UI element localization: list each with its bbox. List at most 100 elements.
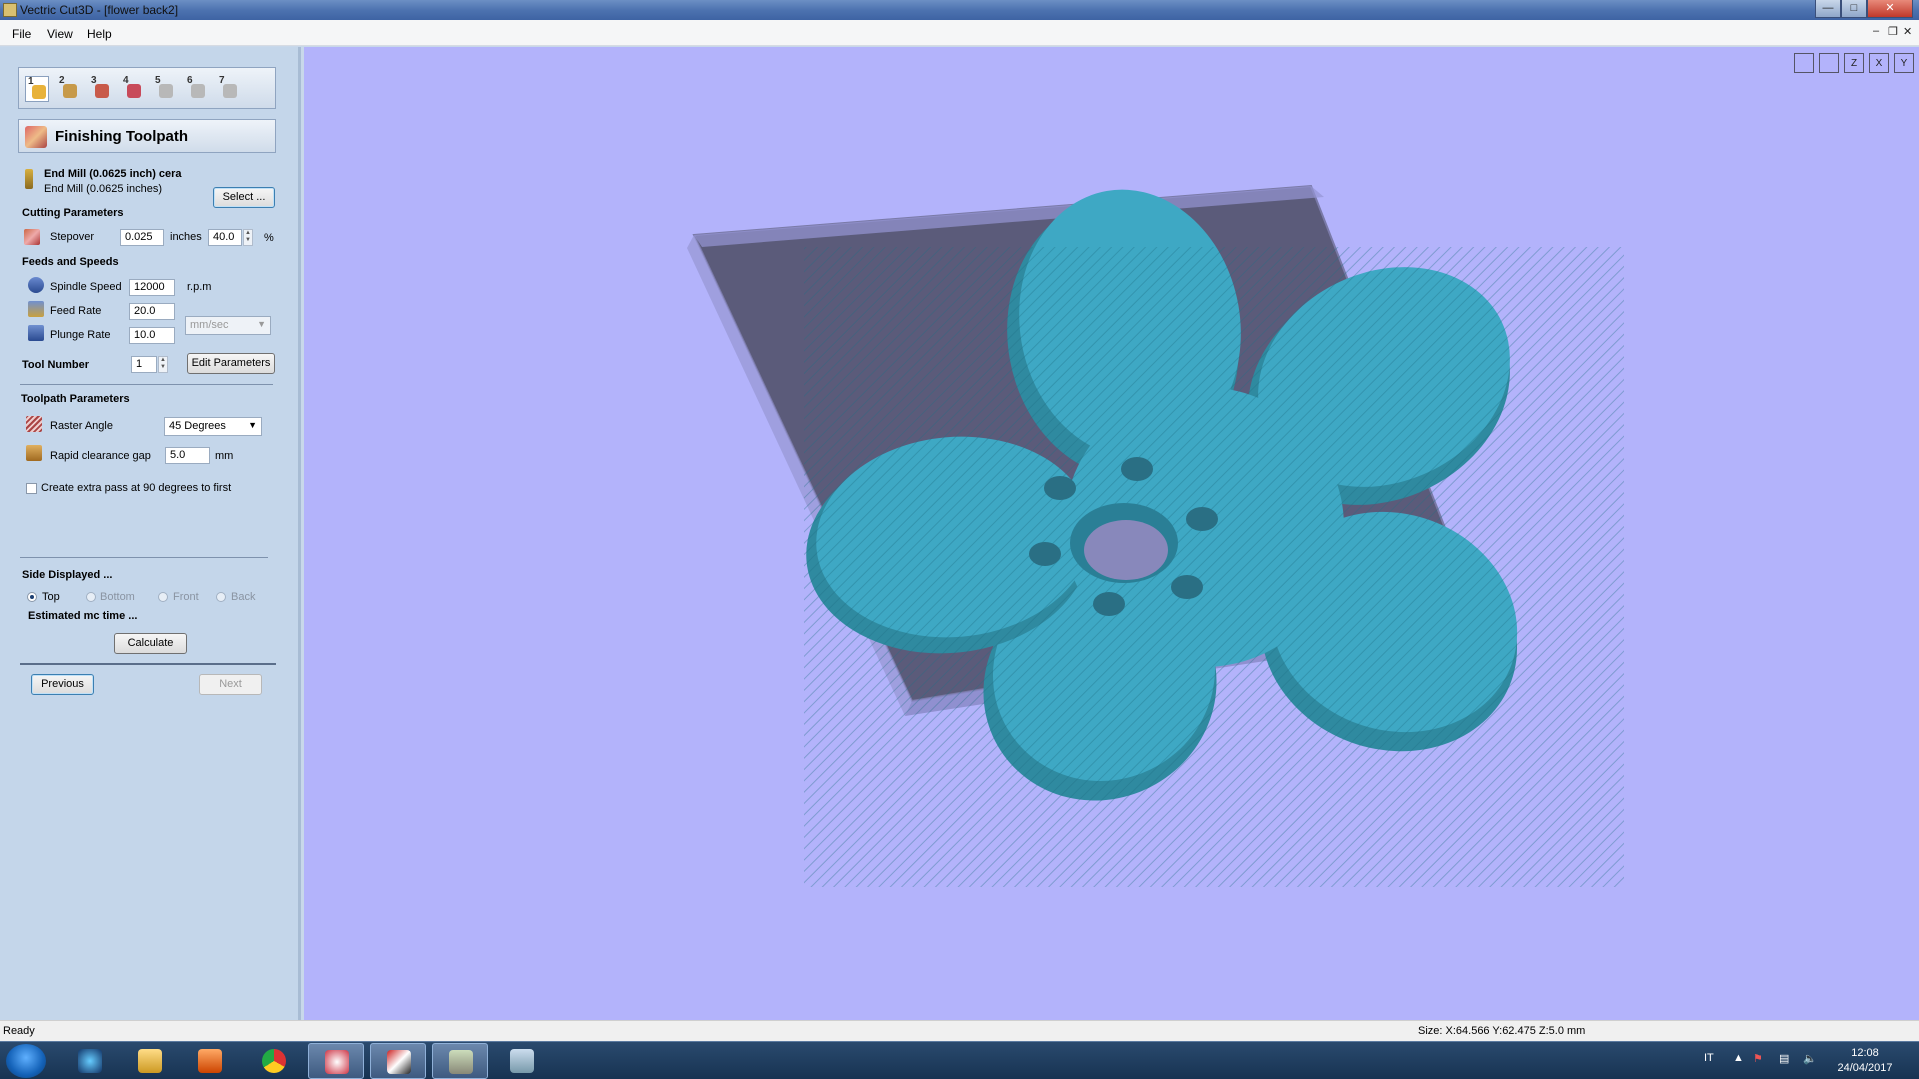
close-window-button[interactable]: ✕	[1867, 0, 1913, 18]
section-title: Finishing Toolpath	[55, 128, 189, 145]
taskbar-app-flower[interactable]	[308, 1043, 364, 1079]
extra-pass-checkbox[interactable]	[26, 483, 37, 494]
finishing-toolpath-icon	[127, 84, 141, 98]
system-clock[interactable]: 12:08 24/04/2017	[1820, 1046, 1910, 1076]
cutout-toolpath-icon	[159, 84, 173, 98]
side-top-label: Top	[42, 591, 60, 603]
edit-parameters-button[interactable]: Edit Parameters	[187, 353, 275, 374]
status-text: Ready	[3, 1025, 35, 1037]
mdi-restore-icon[interactable]: ❐	[1888, 25, 1898, 38]
taskbar-media[interactable]	[182, 1043, 238, 1079]
menu-help[interactable]: Help	[87, 27, 112, 41]
app-icon	[3, 3, 17, 17]
title-bar: Vectric Cut3D - [flower back2] — □ ✕	[0, 0, 1919, 20]
previous-button[interactable]: Previous	[31, 674, 94, 695]
stepover-percent-input[interactable]: 40.0	[208, 229, 242, 246]
network-icon[interactable]: ▤	[1779, 1052, 1789, 1065]
stepover-unit: inches	[170, 231, 202, 243]
chrome-icon	[262, 1049, 286, 1073]
feed-rate-input[interactable]: 20.0	[129, 303, 175, 320]
preview-icon	[191, 84, 205, 98]
rate-unit-select[interactable]: mm/sec ▼	[185, 316, 271, 335]
taskbar-explorer[interactable]	[122, 1043, 178, 1079]
tool-number-stepper[interactable]: ▲ ▼	[158, 356, 168, 373]
wizard-step-1[interactable]: 1	[25, 76, 49, 102]
divider	[20, 663, 276, 665]
taskbar-app-cad[interactable]	[370, 1043, 426, 1079]
wizard-step-7[interactable]: 7	[217, 75, 241, 102]
stepover-icon	[24, 229, 40, 245]
wizard-step-5[interactable]: 5	[153, 75, 177, 102]
select-tool-button[interactable]: Select ...	[213, 187, 275, 208]
raster-angle-value: 45 Degrees	[169, 420, 226, 432]
rapid-clearance-label: Rapid clearance gap	[50, 450, 151, 462]
rapid-clearance-icon	[26, 445, 42, 461]
wizard-step-4[interactable]: 4	[121, 75, 145, 102]
mdi-close-icon[interactable]: ✕	[1903, 25, 1912, 38]
clock-time: 12:08	[1851, 1047, 1879, 1059]
side-back-label: Back	[231, 591, 256, 603]
taskbar-chrome[interactable]	[246, 1043, 302, 1079]
show-hidden-icons-icon[interactable]: ▲	[1733, 1052, 1744, 1064]
flower-app-icon	[325, 1050, 349, 1074]
wizard-step-6[interactable]: 6	[185, 75, 209, 102]
tool-number-input[interactable]: 1	[131, 356, 157, 373]
language-indicator[interactable]: IT	[1704, 1052, 1714, 1064]
small-hole	[1121, 457, 1153, 481]
start-button[interactable]	[6, 1044, 46, 1078]
wizard-step-3[interactable]: 3	[89, 75, 113, 102]
side-displayed-heading: Side Displayed ...	[22, 569, 113, 581]
maximize-button[interactable]: □	[1841, 0, 1867, 18]
tool-name: End Mill (0.0625 inch) cera	[44, 168, 182, 180]
cut3d-icon	[449, 1050, 473, 1074]
side-front-radio[interactable]	[158, 592, 168, 602]
small-hole	[1044, 476, 1076, 500]
rapid-clearance-input[interactable]: 5.0	[165, 447, 210, 464]
stepover-input[interactable]: 0.025	[120, 229, 164, 246]
menu-file[interactable]: File	[12, 27, 31, 41]
next-button[interactable]: Next	[199, 674, 262, 695]
plunge-rate-label: Plunge Rate	[50, 329, 111, 341]
center-hole-floor	[1084, 520, 1168, 580]
feed-rate-icon	[28, 301, 44, 317]
side-bottom-radio[interactable]	[86, 592, 96, 602]
plunge-rate-icon	[28, 325, 44, 341]
feeds-speeds-heading: Feeds and Speeds	[22, 256, 119, 268]
chevron-down-icon: ▼	[248, 420, 257, 430]
percent-symbol: %	[264, 232, 274, 244]
wizard-step-2[interactable]: 2	[57, 75, 81, 102]
extra-pass-label: Create extra pass at 90 degrees to first	[41, 482, 232, 494]
rapid-clearance-unit: mm	[215, 450, 234, 462]
cutting-parameters-heading: Cutting Parameters	[22, 207, 124, 219]
3d-viewport[interactable]: ZXY	[304, 47, 1919, 1020]
orient-model-icon	[63, 84, 77, 98]
calculate-button[interactable]: Calculate	[114, 633, 187, 654]
taskbar-calculator[interactable]	[494, 1043, 550, 1079]
calculator-icon	[510, 1049, 534, 1073]
side-front-label: Front	[173, 591, 199, 603]
save-toolpath-icon	[223, 84, 237, 98]
action-center-flag-icon[interactable]: ⚑	[1753, 1052, 1763, 1065]
side-back-radio[interactable]	[216, 592, 226, 602]
window-title: Vectric Cut3D - [flower back2]	[20, 3, 179, 17]
mdi-minimize-icon[interactable]: –	[1873, 25, 1879, 37]
raster-angle-label: Raster Angle	[50, 420, 113, 432]
flower-model	[804, 189, 1624, 887]
spindle-speed-label: Spindle Speed	[50, 281, 122, 293]
spindle-speed-input[interactable]: 12000	[129, 279, 175, 296]
toolpath-panel: 1234567 Finishing Toolpath End Mill (0.0…	[0, 47, 301, 1020]
menu-view[interactable]: View	[47, 27, 73, 41]
taskbar-ie[interactable]	[62, 1043, 118, 1079]
stepover-percent-stepper[interactable]: ▲ ▼	[243, 229, 253, 246]
taskbar-cut3d[interactable]	[432, 1043, 488, 1079]
raster-angle-icon	[26, 416, 42, 432]
spindle-speed-unit: r.p.m	[187, 281, 212, 293]
taskbar: IT ▲ ⚑ ▤ 🔈 12:08 24/04/2017	[0, 1041, 1919, 1079]
minimize-button[interactable]: —	[1815, 0, 1841, 18]
plunge-rate-input[interactable]: 10.0	[129, 327, 175, 344]
tool-number-label: Tool Number	[22, 359, 90, 371]
media-player-icon	[198, 1049, 222, 1073]
volume-icon[interactable]: 🔈	[1803, 1052, 1817, 1065]
raster-angle-select[interactable]: 45 Degrees ▼	[164, 417, 262, 436]
side-top-radio[interactable]	[27, 592, 37, 602]
